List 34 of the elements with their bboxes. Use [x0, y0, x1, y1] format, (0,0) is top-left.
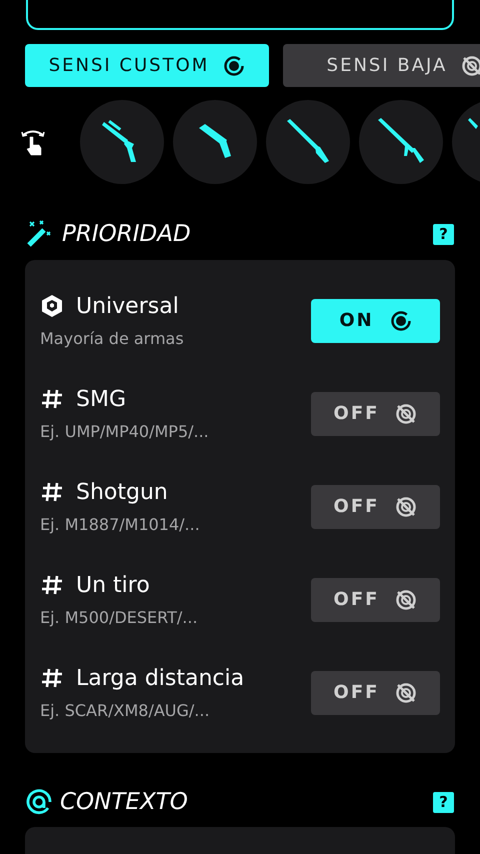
mode-tab[interactable]: SENSI CUSTOM: [25, 44, 269, 87]
option-description: Ej. M1887/M1014/...: [40, 514, 201, 534]
hash-icon: [40, 573, 64, 597]
toggle-button[interactable]: ON: [311, 298, 440, 342]
option-title: SMG: [76, 386, 126, 412]
at-sign-icon: [26, 789, 52, 815]
radio-icon: [390, 310, 412, 332]
option-title: Larga distancia: [76, 666, 244, 690]
toggle-button[interactable]: OFF: [311, 578, 440, 622]
radio-icon: [223, 54, 246, 76]
section-title: CONTEXTO: [60, 789, 189, 815]
section-title: PRIORIDAD: [62, 221, 192, 247]
hash-icon: [40, 480, 64, 504]
option-description: Ej. M500/DESERT/...: [40, 608, 199, 626]
help-button[interactable]: ?: [433, 792, 454, 812]
toggle-button[interactable]: OFF: [311, 670, 440, 714]
option-description: Ej. UMP/MP40/MP5/...: [40, 422, 210, 440]
mode-tab[interactable]: SENSI BAJA: [283, 44, 480, 87]
option-description: Ej. SCAR/XM8/AUG/...: [40, 700, 211, 720]
disabled-icon: [395, 682, 418, 704]
disabled-icon: [395, 496, 418, 518]
option-title: Universal: [76, 294, 179, 318]
disabled-icon: [395, 588, 418, 610]
option-description: Mayoría de armas: [40, 328, 185, 348]
disabled-icon: [395, 402, 418, 424]
hash-icon: [40, 387, 64, 411]
hash-icon: [40, 666, 64, 690]
option-title: Un tiro: [76, 572, 150, 598]
help-button[interactable]: ?: [433, 224, 454, 244]
disabled-icon: [461, 54, 480, 76]
toggle-button[interactable]: OFF: [311, 392, 440, 436]
option-title: Shotgun: [76, 480, 168, 504]
swipe-hand-icon: [20, 128, 46, 156]
toggle-button[interactable]: OFF: [311, 484, 440, 528]
